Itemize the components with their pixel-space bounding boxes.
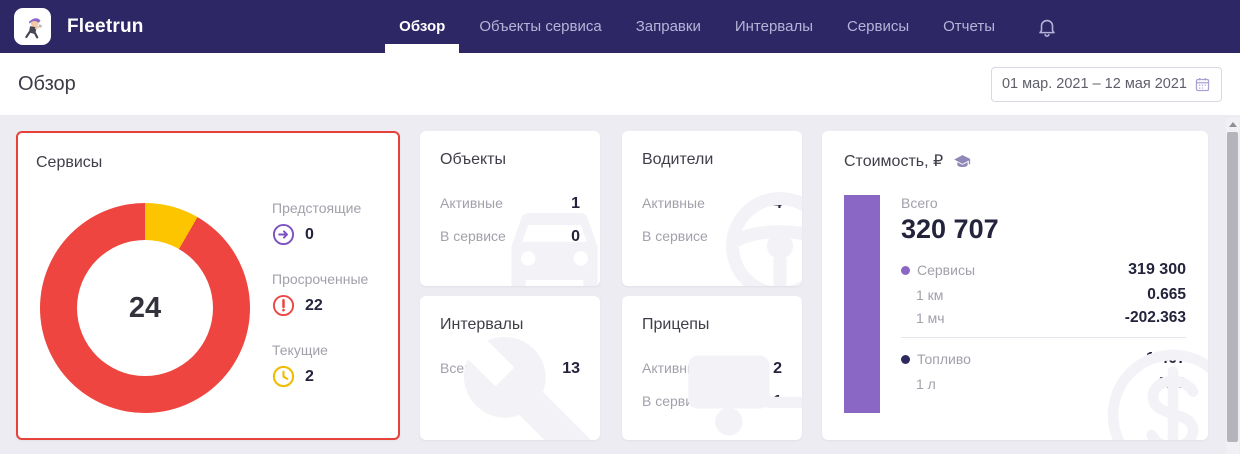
trailers-in-service-row: В сервисе 1 — [642, 393, 782, 410]
nav-tab-services[interactable]: Сервисы — [830, 0, 926, 53]
intervals-card: Интервалы Всего 13 — [420, 296, 600, 440]
exclamation-circle-icon — [272, 294, 295, 317]
cost-card: Стоимость, ₽ Всего 320 707 Сервисы 319 3… — [822, 131, 1208, 440]
services-donut: 24 — [40, 203, 250, 413]
drivers-card: Водители Активные 4 В сервисе 1 — [622, 131, 802, 286]
trailers-card-title: Прицепы — [642, 316, 710, 333]
cost-fuel-per-liter-row: 1 л 46.9 — [916, 375, 1186, 392]
page-title: Обзор — [18, 72, 76, 95]
services-dot — [901, 265, 910, 275]
dashboard: Сервисы 24 Предстоящие 0 Просроченные 22… — [0, 115, 1240, 454]
legend-overdue: Просроченные 22 — [272, 271, 368, 317]
nav-tab-fillings[interactable]: Заправки — [619, 0, 718, 53]
cost-fuel-row: Топливо 1 407 — [901, 350, 1186, 368]
services-legend: Предстоящие 0 Просроченные 22 Текущие 2 — [272, 200, 368, 413]
cost-services-per-km-row: 1 км 0.665 — [916, 286, 1186, 303]
scrollbar-up-arrow[interactable] — [1228, 122, 1237, 127]
nav-tab-intervals[interactable]: Интервалы — [718, 0, 830, 53]
intervals-card-title: Интервалы — [440, 316, 524, 333]
calendar-icon — [1195, 77, 1210, 91]
legend-upcoming: Предстоящие 0 — [272, 200, 368, 246]
cost-total-value: 320 707 — [901, 214, 999, 244]
services-card[interactable]: Сервисы 24 Предстоящие 0 Просроченные 22… — [16, 131, 400, 440]
intervals-total-row: Всего 13 — [440, 360, 580, 377]
services-donut-total: 24 — [128, 291, 162, 324]
main-nav: Обзор Объекты сервиса Заправки Интервалы… — [382, 0, 1012, 53]
top-navbar: Fleetrun Обзор Объекты сервиса Заправки … — [0, 0, 1240, 53]
bell-icon — [1039, 19, 1055, 37]
cost-services-per-engine-hour-row: 1 мч -202.363 — [916, 309, 1186, 326]
trailers-card: Прицепы Активные 2 В сервисе 1 — [622, 296, 802, 440]
nav-tab-overview[interactable]: Обзор — [382, 0, 462, 53]
page-header: Обзор 01 мар. 2021 – 12 мая 2021 — [0, 53, 1240, 115]
legend-current: Текущие 2 — [272, 342, 368, 388]
arrow-right-circle-icon — [272, 223, 295, 246]
date-range-text: 01 мар. 2021 – 12 мая 2021 — [1001, 76, 1187, 92]
cost-total-label: Всего — [901, 195, 938, 211]
cost-divider — [901, 337, 1186, 338]
cost-services-row: Сервисы 319 300 — [901, 261, 1186, 279]
date-range-button[interactable]: 01 мар. 2021 – 12 мая 2021 — [990, 66, 1222, 102]
wrench-watermark-icon — [463, 336, 592, 440]
units-card: Объекты Активные 1 В сервисе 0 — [420, 131, 600, 286]
fleetrun-mascot-icon — [24, 17, 42, 39]
services-card-title: Сервисы — [36, 154, 103, 171]
notifications-button[interactable] — [1036, 16, 1058, 38]
app-logo[interactable] — [14, 8, 51, 45]
units-in-service-row: В сервисе 0 — [440, 228, 580, 245]
units-card-title: Объекты — [440, 151, 506, 168]
nav-tab-reports[interactable]: Отчеты — [926, 0, 1012, 53]
brand-name: Fleetrun — [67, 15, 144, 37]
vertical-scrollbar[interactable] — [1226, 118, 1239, 454]
drivers-card-title: Водители — [642, 151, 714, 168]
cost-card-title: Стоимость, ₽ — [844, 153, 944, 170]
graduation-cap-icon — [954, 154, 971, 167]
clock-icon — [272, 365, 295, 388]
scrollbar-thumb[interactable] — [1227, 132, 1238, 442]
cost-total-bar — [844, 195, 880, 413]
fuel-dot — [901, 354, 910, 364]
units-active-row: Активные 1 — [440, 195, 580, 212]
trailers-active-row: Активные 2 — [642, 360, 782, 377]
drivers-active-row: Активные 4 — [642, 195, 782, 212]
nav-tab-service-objects[interactable]: Объекты сервиса — [462, 0, 618, 53]
drivers-in-service-row: В сервисе 1 — [642, 228, 782, 245]
